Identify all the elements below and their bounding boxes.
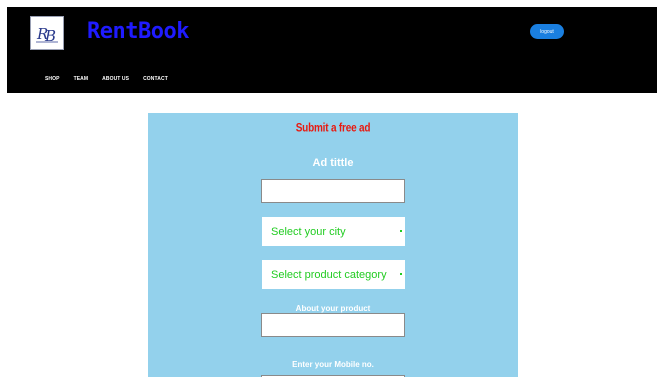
category-select-label: Select product category — [271, 268, 387, 281]
nav-item-about-us[interactable]: ABOUT US — [102, 76, 129, 82]
city-select-label: Select your city — [271, 225, 346, 238]
ad-form-panel: Submit a free ad Ad tittle Select your c… — [148, 113, 518, 377]
city-select[interactable]: Select your city — [262, 217, 405, 246]
brand-name[interactable]: RentBook — [87, 19, 189, 44]
form-heading: Submit a free ad — [295, 122, 371, 135]
dropdown-arrow-icon — [400, 230, 402, 232]
rb-logo-icon: R B — [36, 25, 58, 45]
nav-item-contact[interactable]: CONTACT — [143, 76, 168, 82]
mobile-label: Enter your Mobile no. — [292, 360, 374, 369]
site-header: R B RentBook logout SHOP TEAM ABOUT US C… — [7, 7, 657, 93]
category-select[interactable]: Select product category — [262, 260, 405, 289]
nav-item-shop[interactable]: SHOP — [45, 76, 60, 82]
ad-title-input[interactable] — [261, 179, 405, 203]
logout-button[interactable]: logout — [530, 24, 564, 39]
ad-title-label: Ad tittle — [312, 157, 354, 169]
dropdown-arrow-icon — [400, 273, 402, 275]
main-nav: SHOP TEAM ABOUT US CONTACT — [45, 76, 182, 82]
about-product-label: About your product — [295, 304, 371, 313]
logo[interactable]: R B — [30, 16, 64, 50]
about-product-input[interactable] — [261, 313, 405, 337]
nav-item-team[interactable]: TEAM — [74, 76, 89, 82]
